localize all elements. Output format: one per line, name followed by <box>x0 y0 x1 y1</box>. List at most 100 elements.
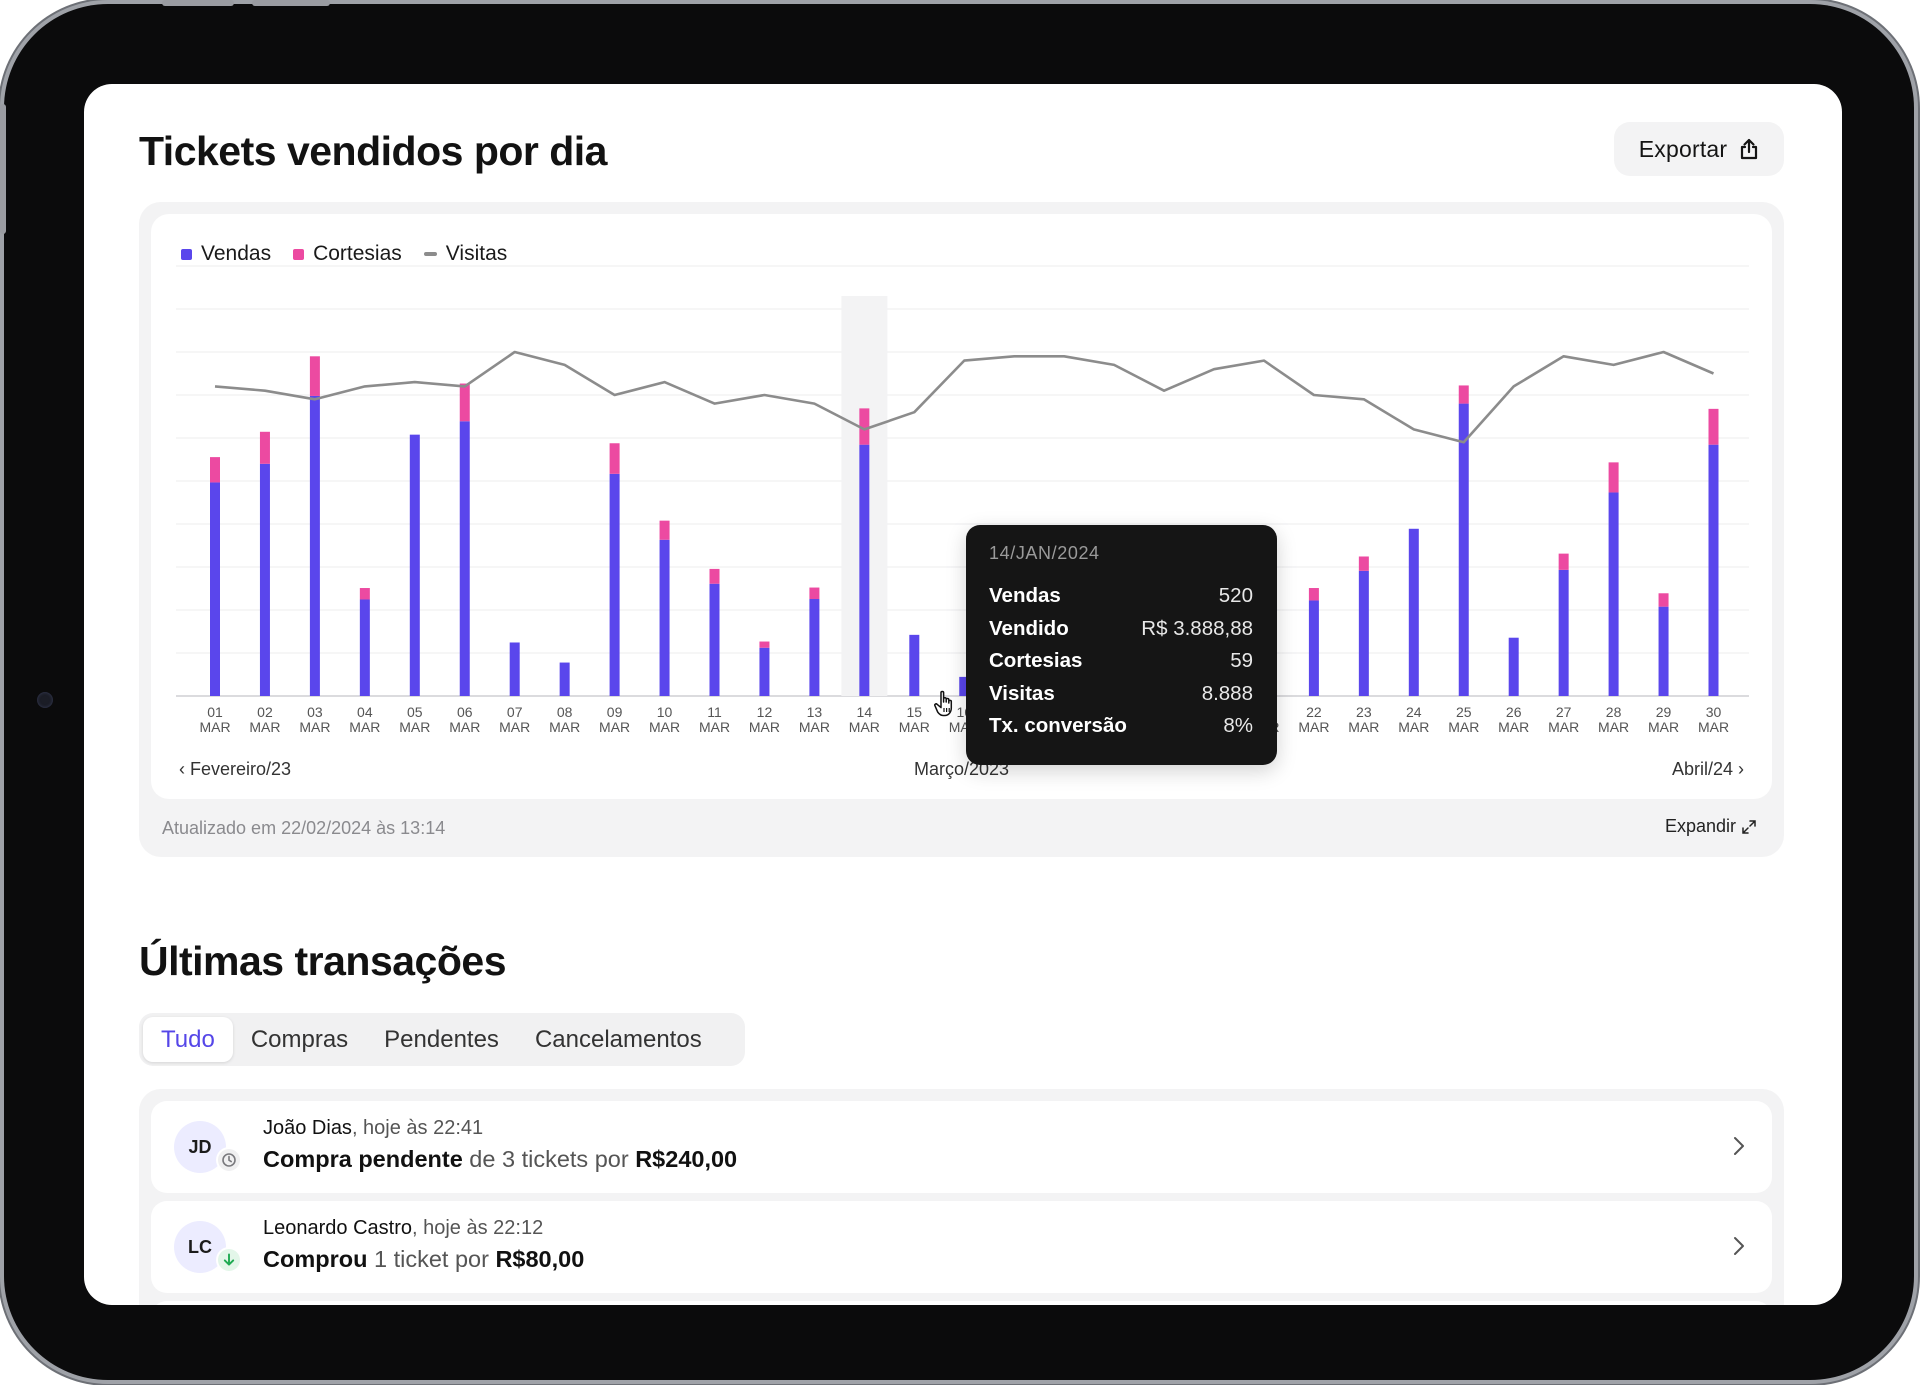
screen: Tickets vendidos por dia Exportar Vendas… <box>84 84 1842 1305</box>
bar-cortesias <box>1608 462 1619 493</box>
bar-vendas <box>1408 528 1419 696</box>
transaction-action: Comprou <box>263 1246 368 1272</box>
x-tick-label: 07 <box>507 704 523 720</box>
tooltip-label: Visitas <box>989 681 1055 705</box>
x-tick-sublabel: MAR <box>1648 719 1679 735</box>
bar-cortesias <box>459 383 470 422</box>
bar-vendas <box>1708 444 1719 696</box>
transaction-amount: R$80,00 <box>495 1246 585 1272</box>
tab-cancelamentos[interactable]: Cancelamentos <box>517 1017 720 1062</box>
bar-cortesias <box>1458 385 1469 404</box>
transaction-time: , hoje às 22:41 <box>351 1117 484 1139</box>
x-tick-label: 11 <box>707 704 722 720</box>
prev-month-link[interactable]: ‹ Fevereiro/23 <box>179 759 291 780</box>
chart-tooltip: 14/JAN/2024 Vendas 520 Vendido R$ 3.888,… <box>966 525 1277 765</box>
x-tick-label: 01 <box>207 704 223 720</box>
bar-vendas <box>809 599 820 696</box>
bar-cortesias <box>809 587 820 600</box>
chart-plot[interactable]: 01MAR02MAR03MAR04MAR05MAR06MAR07MAR08MAR… <box>151 214 1772 799</box>
x-tick-sublabel: MAR <box>749 719 780 735</box>
x-tick-label: 27 <box>1556 704 1572 720</box>
tooltip-value: R$ 3.888,88 <box>1141 616 1253 640</box>
bar-vendas <box>709 583 720 696</box>
arrow-down-icon <box>223 1253 235 1266</box>
bar-cortesias <box>210 457 220 483</box>
x-tick-label: 13 <box>807 704 823 720</box>
transaction-time: , hoje às 22:12 <box>411 1217 544 1239</box>
status-badge <box>216 1247 242 1273</box>
bar-cortesias <box>359 588 370 600</box>
transaction-detail: 1 ticket por <box>367 1246 496 1272</box>
export-button[interactable]: Exportar <box>1614 122 1784 176</box>
bar-cortesias <box>259 431 270 464</box>
x-tick-sublabel: MAR <box>549 719 580 735</box>
x-tick-label: 30 <box>1706 704 1722 720</box>
transaction-row[interactable]: JD João Dias, hoje às 22:41 Compra pende… <box>151 1101 1772 1193</box>
transaction-tabs: Tudo Compras Pendentes Cancelamentos <box>139 1013 745 1066</box>
bar-cortesias <box>1558 553 1569 570</box>
bar-vendas <box>1558 569 1569 696</box>
tooltip-label: Cortesias <box>989 649 1083 673</box>
bar-cortesias <box>1358 556 1369 571</box>
bar-vendas <box>210 482 220 696</box>
transaction-row[interactable]: LC Leonardo Castro, hoje às 22:12 Compro… <box>151 1201 1772 1293</box>
bar-vendas <box>859 444 870 696</box>
tab-pendentes[interactable]: Pendentes <box>366 1017 517 1062</box>
tooltip-value: 8.888 <box>1201 681 1253 705</box>
bar-vendas <box>609 473 620 696</box>
page-title: Tickets vendidos por dia <box>139 128 608 174</box>
bar-cortesias <box>659 520 670 540</box>
transactions-list: JD João Dias, hoje às 22:41 Compra pende… <box>139 1089 1784 1305</box>
status-badge <box>216 1147 242 1173</box>
x-tick-label: 25 <box>1456 704 1472 720</box>
x-tick-label: 22 <box>1306 704 1322 720</box>
x-tick-sublabel: MAR <box>649 719 680 735</box>
x-tick-sublabel: MAR <box>1348 719 1379 735</box>
expand-label: Expandir <box>1664 816 1736 836</box>
transaction-meta: João Dias, hoje às 22:41 <box>263 1117 483 1140</box>
x-tick-sublabel: MAR <box>299 719 330 735</box>
x-tick-sublabel: MAR <box>249 719 280 735</box>
transaction-action: Compra pendente <box>263 1146 463 1172</box>
bar-vendas <box>1308 600 1319 696</box>
expand-button[interactable]: Expandir <box>1665 816 1756 837</box>
clock-icon <box>222 1153 236 1167</box>
x-tick-sublabel: MAR <box>799 719 830 735</box>
expand-icon <box>1742 819 1756 834</box>
chart-card: Vendas Cortesias Visitas 01 MAR 02 MAR 03 MAR… <box>151 214 1772 799</box>
bar-vendas <box>759 647 770 696</box>
x-tick-label: 29 <box>1656 704 1672 720</box>
volume-button <box>252 0 330 6</box>
bar-vendas <box>259 463 270 696</box>
bar-vendas <box>1508 637 1519 696</box>
tab-tudo[interactable]: Tudo <box>143 1017 233 1062</box>
share-icon <box>1741 138 1758 160</box>
transaction-row[interactable] <box>151 1301 1772 1305</box>
transaction-detail: de 3 tickets por <box>462 1146 636 1172</box>
chevron-right-icon <box>1734 1137 1744 1155</box>
x-tick-label: 08 <box>557 704 573 720</box>
bar-vendas <box>1658 606 1669 696</box>
x-tick-label: 09 <box>607 704 623 720</box>
x-tick-label: 14 <box>857 704 873 720</box>
tab-compras[interactable]: Compras <box>233 1017 366 1062</box>
bar-vendas <box>509 642 520 696</box>
x-tick-sublabel: MAR <box>1448 719 1479 735</box>
bar-vendas <box>359 599 370 696</box>
bar-vendas <box>659 539 670 696</box>
x-tick-label: 03 <box>307 704 323 720</box>
chevron-left-icon: ‹ <box>179 759 185 779</box>
hand-cursor-icon <box>934 690 953 717</box>
x-tick-sublabel: MAR <box>399 719 430 735</box>
x-tick-label: 04 <box>357 704 373 720</box>
bar-cortesias <box>1308 588 1319 601</box>
chevron-right-icon <box>1734 1237 1744 1255</box>
next-month-link[interactable]: Abril/24 › <box>1672 759 1744 780</box>
bar-cortesias <box>609 443 620 474</box>
transaction-summary: Comprou 1 ticket por R$80,00 <box>263 1246 584 1273</box>
tooltip-row: Cortesias 59 <box>989 645 1253 678</box>
section-title: Últimas transações <box>139 938 507 984</box>
x-tick-sublabel: MAR <box>1398 719 1429 735</box>
bar-vendas <box>459 421 470 696</box>
bar-vendas <box>909 634 920 696</box>
